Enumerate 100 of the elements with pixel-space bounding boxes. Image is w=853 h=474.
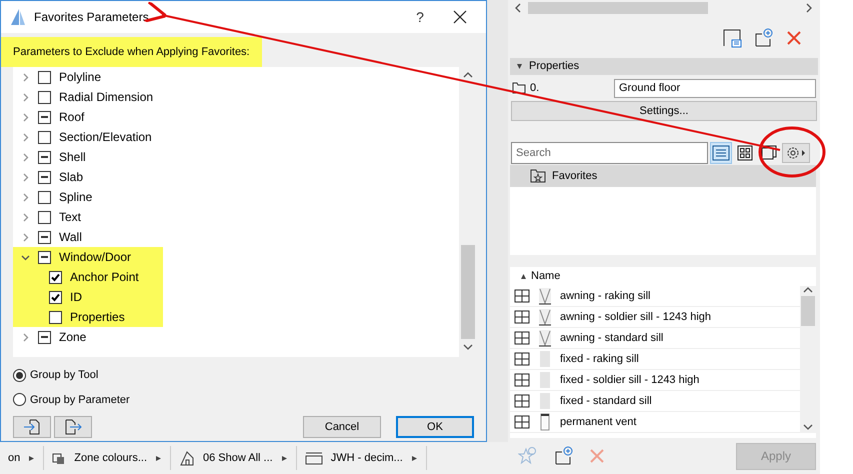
- scrollbar-thumb[interactable]: [801, 296, 815, 326]
- tree-item-label: Spline: [59, 189, 92, 206]
- search-field[interactable]: Search: [511, 142, 708, 164]
- scroll-right-icon[interactable]: [804, 3, 814, 13]
- favorite-row[interactable]: permanent vent: [510, 412, 800, 433]
- menu-arrow-icon: [28, 454, 36, 462]
- chevron-right-icon[interactable]: [21, 172, 30, 182]
- tree-item-label: Window/Door: [59, 249, 132, 266]
- view-tab[interactable]: 06 Show All ...: [171, 446, 297, 470]
- checkbox[interactable]: [38, 70, 51, 84]
- new-folder-icon[interactable]: [754, 28, 774, 48]
- app-logo-icon: [10, 8, 26, 26]
- awning-window-icon: [538, 287, 552, 305]
- dimension-icon: [304, 451, 323, 465]
- checkbox[interactable]: [38, 150, 51, 164]
- radio-button[interactable]: [13, 393, 26, 406]
- window-type-icon: [514, 394, 530, 408]
- favorite-row[interactable]: awning - raking sill: [510, 286, 800, 307]
- chevron-right-icon[interactable]: [21, 332, 30, 342]
- tree-item-label: ID: [70, 289, 82, 306]
- chevron-right-icon[interactable]: [21, 112, 30, 122]
- checkbox[interactable]: [49, 270, 62, 284]
- tree-item-label: Radial Dimension: [59, 89, 154, 106]
- column-header[interactable]: Name: [531, 268, 560, 285]
- vent-icon: [538, 413, 552, 431]
- checkbox[interactable]: [38, 170, 51, 184]
- preview-view-icon: [761, 145, 777, 161]
- settings-menu-button[interactable]: [782, 143, 810, 163]
- checkbox[interactable]: [38, 190, 51, 204]
- star-add-icon[interactable]: [518, 446, 538, 466]
- floor-number: 0.: [530, 80, 540, 96]
- favorite-row[interactable]: awning - standard sill: [510, 328, 800, 349]
- chevron-right-icon[interactable]: [21, 92, 30, 102]
- tree-item-label: Polyline: [59, 69, 102, 86]
- tree-item-label: Shell: [59, 149, 86, 166]
- collapse-icon: [516, 63, 523, 70]
- scrollbar[interactable]: [528, 2, 708, 14]
- folder-icon: [512, 82, 526, 94]
- awning-window-icon: [538, 329, 552, 347]
- settings-button[interactable]: Settings...: [511, 101, 817, 121]
- dialog-button[interactable]: Cancel: [303, 416, 381, 438]
- checkbox[interactable]: [38, 110, 51, 124]
- view-tab[interactable]: on: [0, 446, 44, 470]
- window-title: Favorites Parameters: [34, 9, 149, 26]
- menu-arrow-icon: [155, 454, 162, 462]
- floor-name-field[interactable]: Ground floor: [614, 78, 816, 98]
- chevron-right-icon[interactable]: [21, 232, 30, 242]
- checkbox[interactable]: [38, 90, 51, 104]
- view-tab[interactable]: JWH - decim...: [296, 446, 427, 470]
- close-icon[interactable]: [453, 10, 467, 24]
- house-icon: [179, 450, 196, 466]
- menu-arrow-icon: [410, 454, 418, 462]
- radio-label: Group by Parameter: [30, 392, 130, 408]
- radio-button[interactable]: [13, 368, 26, 382]
- awning-window-icon: [538, 308, 552, 326]
- layers-icon: [52, 451, 66, 465]
- checkbox[interactable]: [38, 250, 51, 264]
- grid-view-icon: [737, 145, 753, 161]
- export-icon: [64, 419, 82, 435]
- export-button[interactable]: [54, 416, 92, 438]
- scrollbar-thumb[interactable]: [460, 245, 474, 339]
- checkbox[interactable]: [38, 330, 51, 344]
- radio-label: Group by Tool: [30, 368, 98, 383]
- tree-item-label: Wall: [59, 229, 82, 246]
- new-folder-icon[interactable]: [554, 446, 574, 466]
- section-header[interactable]: Properties: [510, 58, 818, 75]
- checkbox[interactable]: [38, 230, 51, 244]
- dialog-button[interactable]: OK: [396, 416, 474, 438]
- import-button[interactable]: [13, 416, 51, 438]
- checkbox[interactable]: [49, 290, 62, 304]
- scrollbar[interactable]: [800, 286, 816, 433]
- chevron-right-icon[interactable]: [21, 132, 30, 142]
- chevron-down-icon[interactable]: [21, 252, 30, 262]
- checkbox[interactable]: [38, 130, 51, 144]
- checkbox[interactable]: [38, 210, 51, 224]
- chevron-right-icon[interactable]: [21, 72, 30, 82]
- tree-item-label: Properties: [70, 309, 125, 326]
- favorite-row[interactable]: fixed - raking sill: [510, 349, 800, 370]
- window-type-icon: [514, 289, 530, 303]
- section-heading: Parameters to Exclude when Applying Favorites:: [1, 37, 262, 67]
- list-view-icon: [712, 145, 730, 161]
- tree-item-label: Roof: [59, 109, 84, 126]
- favorite-row[interactable]: fixed - standard sill: [510, 391, 800, 412]
- settings-icon: [785, 146, 807, 160]
- chevron-right-icon[interactable]: [21, 192, 30, 202]
- fixed-window-icon: [538, 392, 552, 410]
- document-icon[interactable]: [722, 28, 742, 48]
- window-type-icon: [514, 352, 530, 366]
- checkbox[interactable]: [49, 310, 62, 324]
- favorites-folder-row[interactable]: Favorites: [510, 165, 816, 187]
- favorite-row[interactable]: awning - soldier sill - 1243 high: [510, 307, 800, 328]
- chevron-right-icon[interactable]: [21, 152, 30, 162]
- import-icon: [23, 419, 41, 435]
- window-type-icon: [514, 310, 530, 324]
- tree-item-label: Slab: [59, 169, 84, 186]
- favorite-row[interactable]: fixed - soldier sill - 1243 high: [510, 370, 800, 391]
- view-tab[interactable]: Zone colours...: [44, 446, 172, 470]
- help-button[interactable]: ?: [405, 6, 435, 28]
- chevron-right-icon[interactable]: [21, 212, 30, 222]
- star-folder-icon: [530, 169, 546, 183]
